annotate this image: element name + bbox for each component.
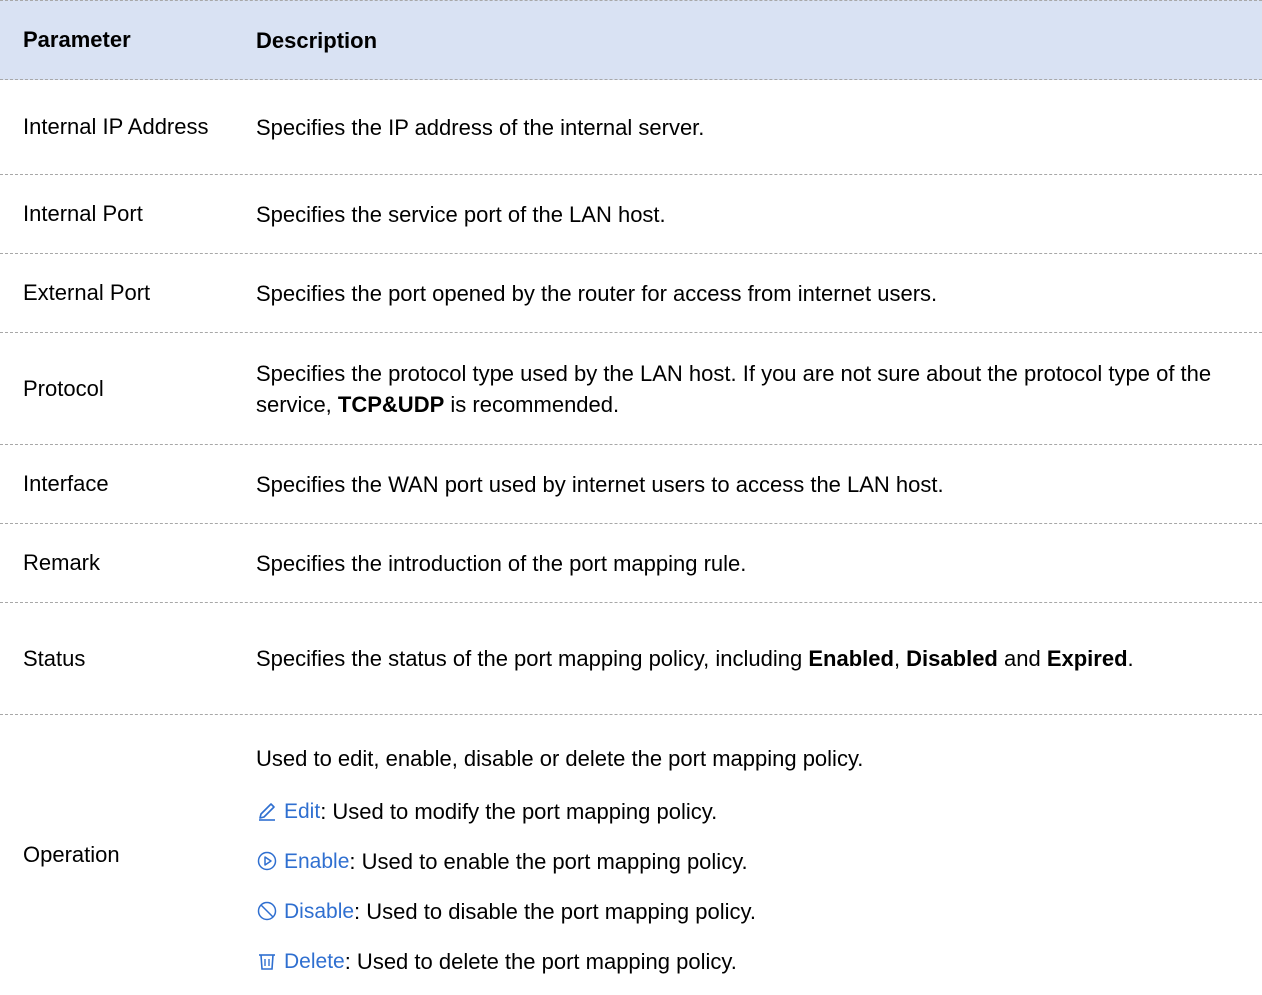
table-row: Internal Port Specifies the service port… — [0, 175, 1262, 254]
operation-disable: Disable: Used to disable the port mappin… — [256, 886, 1242, 936]
param-description: Specifies the introduction of the port m… — [256, 550, 747, 576]
desc-text: . — [1127, 646, 1134, 671]
param-name: Remark — [23, 550, 101, 575]
table-header: Parameter Description — [0, 0, 1262, 80]
enable-text: : Used to enable the port mapping policy… — [349, 848, 748, 874]
param-name: Internal IP Address — [23, 114, 209, 139]
operation-enable: Enable: Used to enable the port mapping … — [256, 836, 1242, 886]
param-name: Internal Port — [23, 201, 143, 226]
desc-text: is recommended. — [444, 391, 620, 417]
parameter-table: Parameter Description Internal IP Addres… — [0, 0, 1262, 995]
param-description: Specifies the port opened by the router … — [256, 280, 938, 306]
param-name: Status — [23, 645, 86, 671]
desc-text: Specifies the status of the port mapping… — [256, 646, 809, 671]
play-circle-icon — [257, 851, 277, 871]
disable-text: : Used to disable the port mapping polic… — [354, 898, 756, 924]
header-parameter: Parameter — [23, 27, 131, 52]
trash-icon — [259, 954, 275, 970]
param-name: Operation — [23, 842, 120, 867]
table-row: Status Specifies the status of the port … — [0, 603, 1262, 715]
edit-label: Edit — [284, 799, 321, 823]
delete-text: : Used to delete the port mapping policy… — [344, 948, 737, 974]
param-description: Specifies the service port of the LAN ho… — [256, 201, 666, 227]
param-description: Specifies the protocol type used by the … — [256, 358, 1262, 420]
desc-bold-text: Expired — [1046, 646, 1128, 671]
header-description: Description — [256, 27, 378, 53]
param-description: Used to edit, enable, disable or delete … — [256, 724, 1262, 986]
desc-bold-text: TCP&UDP — [337, 391, 445, 417]
ban-icon — [257, 901, 277, 921]
table-row: Protocol Specifies the protocol type use… — [0, 333, 1262, 445]
param-name: External Port — [23, 280, 151, 305]
table-row: External Port Specifies the port opened … — [0, 254, 1262, 333]
param-name: Protocol — [23, 375, 104, 401]
table-row: Remark Specifies the introduction of the… — [0, 524, 1262, 603]
delete-label: Delete — [284, 949, 345, 973]
desc-text: , — [893, 646, 907, 671]
edit-text: : Used to modify the port mapping policy… — [320, 798, 718, 824]
desc-text: and — [997, 646, 1047, 671]
disable-label: Disable — [284, 899, 355, 923]
table-row: Internal IP Address Specifies the IP add… — [0, 80, 1262, 175]
pencil-icon — [259, 803, 275, 821]
enable-label: Enable — [284, 849, 350, 873]
desc-bold-text: Disabled — [906, 646, 998, 671]
table-row: Operation Used to edit, enable, disable … — [0, 715, 1262, 995]
desc-bold-text: Enabled — [808, 646, 894, 671]
table-row: Interface Specifies the WAN port used by… — [0, 445, 1262, 524]
operation-intro: Used to edit, enable, disable or delete … — [256, 745, 864, 771]
param-description: Specifies the WAN port used by internet … — [256, 471, 944, 497]
param-description: Specifies the status of the port mapping… — [256, 643, 1262, 674]
operation-delete: Delete: Used to delete the port mapping … — [256, 936, 1242, 986]
operation-edit: Edit: Used to modify the port mapping po… — [256, 786, 1242, 836]
param-description: Specifies the IP address of the internal… — [256, 114, 705, 140]
param-name: Interface — [23, 471, 109, 496]
